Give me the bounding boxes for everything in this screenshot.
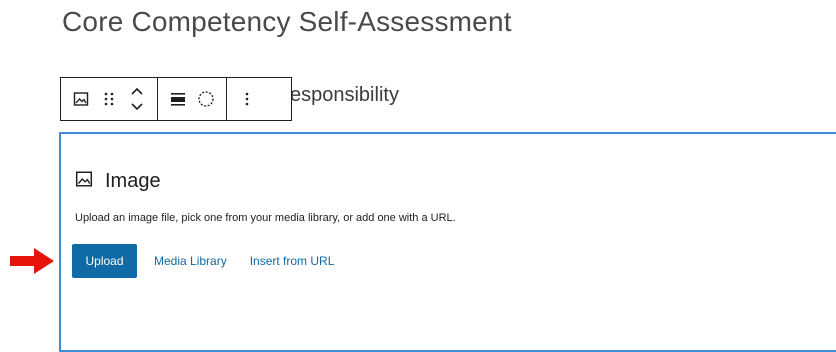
- align-icon[interactable]: [164, 82, 192, 116]
- block-toolbar: [60, 77, 292, 121]
- page-title: Core Competency Self-Assessment: [62, 6, 512, 37]
- toolbar-group-more: [226, 78, 267, 120]
- image-block-placeholder[interactable]: [59, 132, 836, 352]
- heading-block[interactable]: esponsibility: [290, 84, 399, 107]
- image-icon[interactable]: [67, 82, 95, 116]
- image-icon: [75, 170, 93, 193]
- upload-button[interactable]: Upload: [72, 244, 137, 278]
- circle-crop-icon[interactable]: [192, 82, 220, 116]
- image-block-actions: Upload Media Library Insert from URL: [72, 244, 357, 278]
- image-block-label: Image: [75, 170, 161, 193]
- red-arrow-icon: [8, 245, 56, 282]
- media-library-button[interactable]: Media Library: [154, 254, 227, 268]
- image-block-instructions: Upload an image file, pick one from your…: [75, 212, 456, 224]
- toolbar-group-format: [157, 78, 226, 120]
- insert-from-url-button[interactable]: Insert from URL: [250, 254, 335, 268]
- more-options-icon[interactable]: [233, 82, 261, 116]
- move-up-down-icon[interactable]: [123, 82, 151, 116]
- toolbar-group-block: [61, 78, 157, 120]
- image-block-title: Image: [105, 170, 161, 192]
- drag-handle-icon[interactable]: [95, 82, 123, 116]
